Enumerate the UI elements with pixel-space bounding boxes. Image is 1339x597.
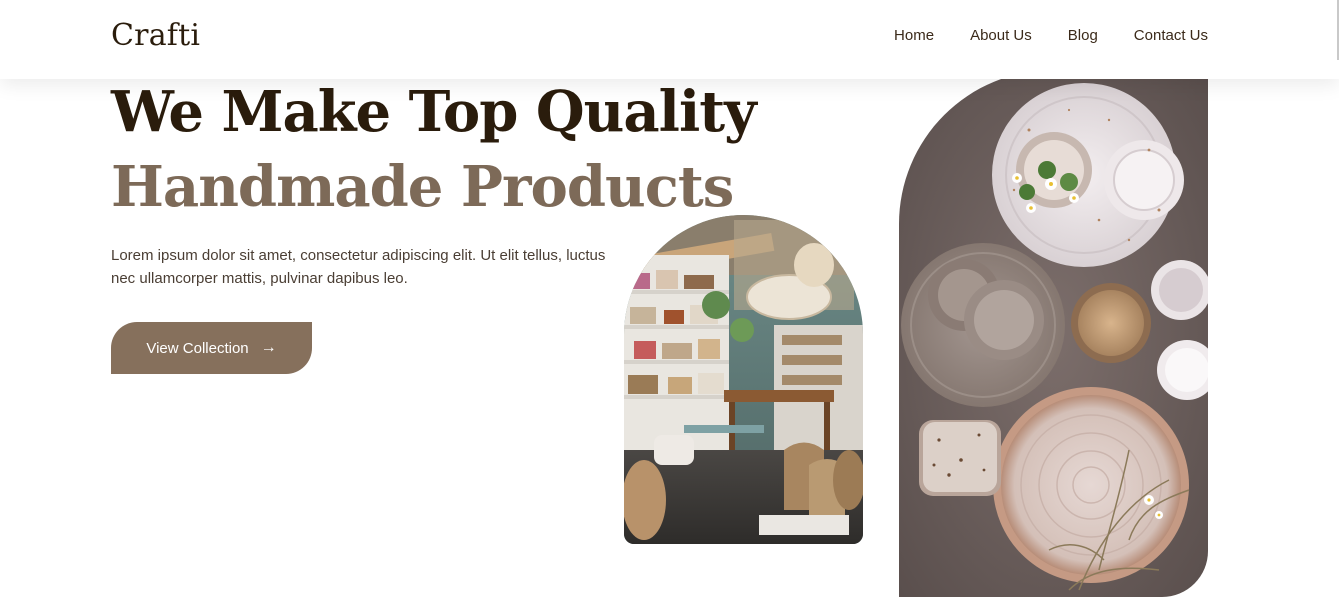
view-collection-label: View Collection [146, 339, 249, 357]
logo[interactable]: Crafti [111, 18, 200, 53]
nav-contact-us[interactable]: Contact Us [1134, 27, 1208, 44]
shop-interior-image [624, 215, 863, 544]
hero-title-line-2: Handmade Products [111, 154, 734, 220]
site-header: Crafti Home About Us Blog Contact Us [0, 0, 1339, 79]
nav-blog[interactable]: Blog [1068, 27, 1098, 44]
arrow-right-icon: → [260, 339, 277, 356]
nav-home[interactable]: Home [894, 27, 934, 44]
main-nav: Home About Us Blog Contact Us [894, 27, 1208, 44]
ceramics-image [899, 70, 1208, 597]
view-collection-button[interactable]: View Collection → [111, 322, 312, 374]
hero-description: Lorem ipsum dolor sit amet, consectetur … [111, 247, 606, 287]
nav-about-us[interactable]: About Us [970, 27, 1032, 44]
hero-title-line-1: We Make Top Quality [111, 79, 757, 145]
